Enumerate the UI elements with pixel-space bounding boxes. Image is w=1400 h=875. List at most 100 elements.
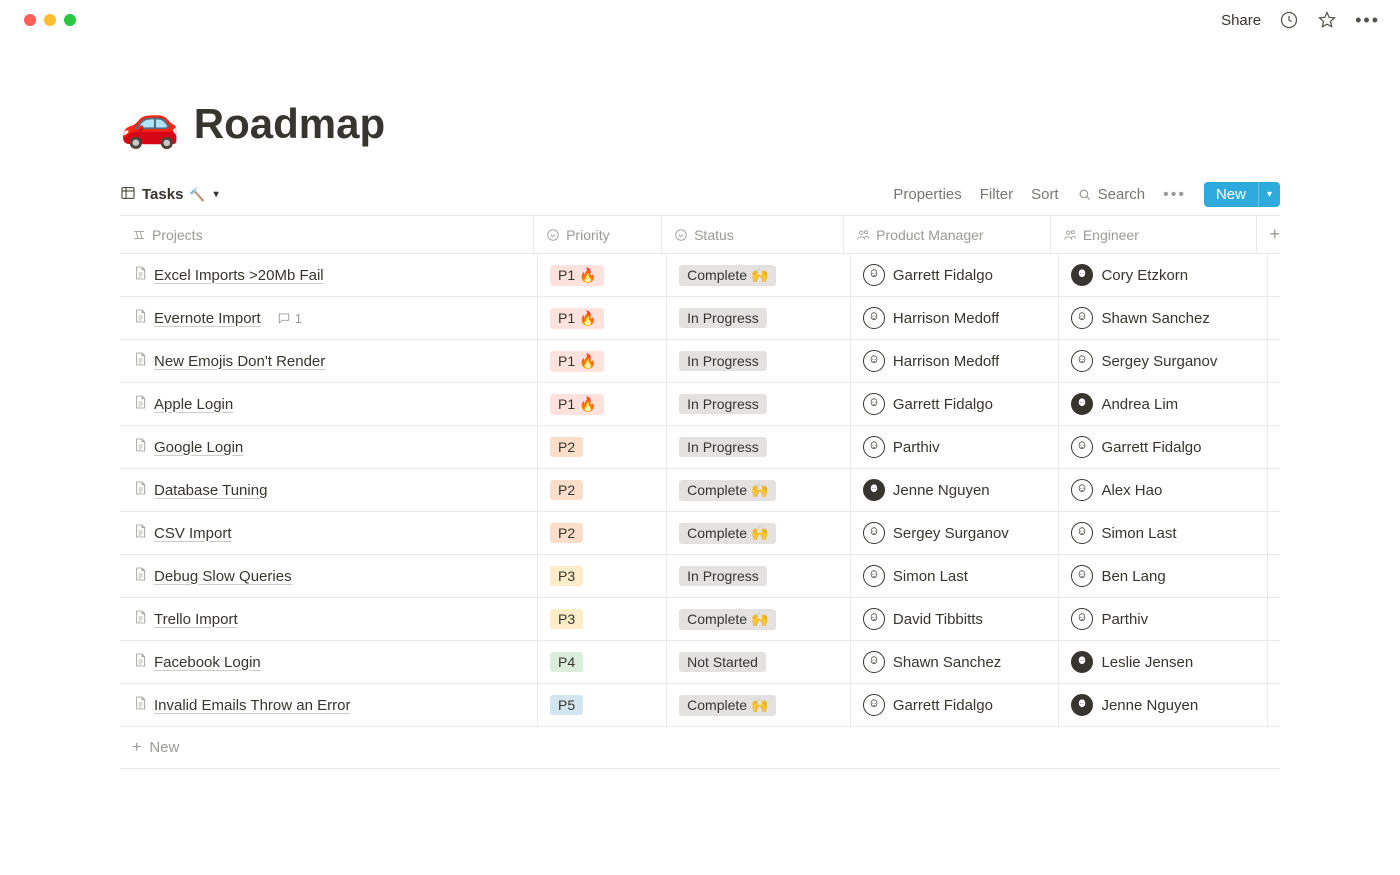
person-chip: Shawn Sanchez bbox=[863, 651, 1001, 673]
cell-engineer[interactable]: Leslie Jensen bbox=[1058, 641, 1267, 683]
page-emoji[interactable]: 🚗 bbox=[120, 100, 180, 148]
column-header-engineer[interactable]: Engineer bbox=[1050, 216, 1257, 253]
updates-icon[interactable] bbox=[1279, 10, 1299, 30]
cell-priority[interactable]: P3 bbox=[537, 555, 666, 597]
cell-status[interactable]: Complete 🙌 bbox=[666, 254, 850, 296]
cell-priority[interactable]: P1 🔥 bbox=[537, 254, 666, 296]
project-title-link[interactable]: Apple Login bbox=[154, 396, 233, 413]
table-row[interactable]: Google Login P2 In ProgressParthivGarrett … bbox=[120, 426, 1280, 469]
filter-button[interactable]: Filter bbox=[980, 186, 1013, 203]
cell-product-manager[interactable]: Sergey Surganov bbox=[850, 512, 1059, 554]
priority-tag: P2 bbox=[550, 437, 583, 457]
cell-product-manager[interactable]: Simon Last bbox=[850, 555, 1059, 597]
cell-priority[interactable]: P1 🔥 bbox=[537, 297, 666, 339]
person-chip: Sergey Surganov bbox=[863, 522, 1009, 544]
project-title-link[interactable]: CSV Import bbox=[154, 525, 232, 542]
cell-engineer[interactable]: Cory Etzkorn bbox=[1058, 254, 1267, 296]
page-icon bbox=[132, 437, 148, 457]
status-tag: In Progress bbox=[679, 566, 767, 586]
maximize-window-button[interactable] bbox=[64, 14, 76, 26]
search-button[interactable]: Search bbox=[1077, 186, 1146, 203]
cell-engineer[interactable]: Garrett Fidalgo bbox=[1058, 426, 1267, 468]
column-header-priority[interactable]: Priority bbox=[533, 216, 661, 253]
cell-engineer[interactable]: Sergey Surganov bbox=[1058, 340, 1267, 382]
cell-priority[interactable]: P3 bbox=[537, 598, 666, 640]
table-row[interactable]: Trello Import P3Complete 🙌David TibbittsP… bbox=[120, 598, 1280, 641]
cell-status[interactable]: In Progress bbox=[666, 383, 850, 425]
project-title-link[interactable]: Invalid Emails Throw an Error bbox=[154, 697, 350, 714]
cell-status[interactable]: In Progress bbox=[666, 426, 850, 468]
cell-status[interactable]: Not Started bbox=[666, 641, 850, 683]
cell-status[interactable]: Complete 🙌 bbox=[666, 598, 850, 640]
cell-product-manager[interactable]: Garrett Fidalgo bbox=[850, 684, 1059, 726]
cell-priority[interactable]: P2 bbox=[537, 426, 666, 468]
person-name: Shawn Sanchez bbox=[893, 654, 1001, 671]
cell-product-manager[interactable]: Parthiv bbox=[850, 426, 1059, 468]
cell-engineer[interactable]: Shawn Sanchez bbox=[1058, 297, 1267, 339]
cell-status[interactable]: In Progress bbox=[666, 555, 850, 597]
cell-priority[interactable]: P5 bbox=[537, 684, 666, 726]
add-column-button[interactable]: + bbox=[1256, 216, 1280, 253]
more-menu-icon[interactable]: ••• bbox=[1355, 10, 1380, 31]
cell-engineer[interactable]: Jenne Nguyen bbox=[1058, 684, 1267, 726]
cell-status[interactable]: In Progress bbox=[666, 340, 850, 382]
project-title-link[interactable]: Evernote Import bbox=[154, 310, 261, 327]
column-header-pm[interactable]: Product Manager bbox=[843, 216, 1050, 253]
cell-priority[interactable]: P2 bbox=[537, 512, 666, 554]
table-row[interactable]: Apple Login P1 🔥 In Progress Garrett Fidalg… bbox=[120, 383, 1280, 426]
cell-status[interactable]: Complete 🙌 bbox=[666, 684, 850, 726]
table-row[interactable]: Evernote Import 1 P1 🔥In ProgressHarrison … bbox=[120, 297, 1280, 340]
add-row-button[interactable]: + New bbox=[120, 727, 1280, 769]
cell-status[interactable]: In Progress bbox=[666, 297, 850, 339]
view-tab-tasks[interactable]: Tasks 🔨 ▾ bbox=[120, 185, 219, 205]
table-row[interactable]: Excel Imports >20Mb Fail P1 🔥Complete 🙌Ga… bbox=[120, 254, 1280, 297]
cell-engineer[interactable]: Andrea Lim bbox=[1058, 383, 1267, 425]
project-title-link[interactable]: Excel Imports >20Mb Fail bbox=[154, 267, 324, 284]
cell-product-manager[interactable]: Garrett Fidalgo bbox=[850, 254, 1059, 296]
column-header-projects[interactable]: Projects bbox=[120, 227, 533, 243]
table-row[interactable]: New Emojis Don't Render P1 🔥In ProgressHa… bbox=[120, 340, 1280, 383]
column-header-status[interactable]: Status bbox=[661, 216, 843, 253]
new-button-dropdown[interactable]: ▾ bbox=[1258, 182, 1280, 207]
cell-engineer[interactable]: Ben Lang bbox=[1058, 555, 1267, 597]
close-window-button[interactable] bbox=[24, 14, 36, 26]
cell-project: Database Tuning bbox=[120, 480, 537, 500]
avatar bbox=[863, 393, 885, 415]
status-tag: In Progress bbox=[679, 394, 767, 414]
toolbar-more-icon[interactable]: ••• bbox=[1163, 186, 1186, 204]
share-button[interactable]: Share bbox=[1221, 12, 1261, 29]
favorite-star-icon[interactable] bbox=[1317, 10, 1337, 30]
cell-priority[interactable]: P2 bbox=[537, 469, 666, 511]
table-row[interactable]: CSV Import P2Complete 🙌 Sergey Surganov Sim… bbox=[120, 512, 1280, 555]
project-title-link[interactable]: Debug Slow Queries bbox=[154, 568, 292, 585]
page-title-text[interactable]: Roadmap bbox=[194, 100, 385, 148]
minimize-window-button[interactable] bbox=[44, 14, 56, 26]
project-title-link[interactable]: Database Tuning bbox=[154, 482, 267, 499]
cell-product-manager[interactable]: Harrison Medoff bbox=[850, 297, 1059, 339]
cell-product-manager[interactable]: Shawn Sanchez bbox=[850, 641, 1059, 683]
cell-product-manager[interactable]: David Tibbitts bbox=[850, 598, 1059, 640]
table-row[interactable]: Facebook Login P4Not Started Shawn Sanchez… bbox=[120, 641, 1280, 684]
cell-product-manager[interactable]: Garrett Fidalgo bbox=[850, 383, 1059, 425]
cell-engineer[interactable]: Simon Last bbox=[1058, 512, 1267, 554]
cell-engineer[interactable]: Alex Hao bbox=[1058, 469, 1267, 511]
cell-engineer[interactable]: Parthiv bbox=[1058, 598, 1267, 640]
cell-product-manager[interactable]: Harrison Medoff bbox=[850, 340, 1059, 382]
table-row[interactable]: Invalid Emails Throw an Error P5Complete … bbox=[120, 684, 1280, 727]
project-title-link[interactable]: Facebook Login bbox=[154, 654, 261, 671]
table-row[interactable]: Debug Slow Queries P3 In Progress Simon Las… bbox=[120, 555, 1280, 598]
project-title-link[interactable]: New Emojis Don't Render bbox=[154, 353, 325, 370]
cell-status[interactable]: Complete 🙌 bbox=[666, 469, 850, 511]
sort-button[interactable]: Sort bbox=[1031, 186, 1059, 203]
comment-indicator[interactable]: 1 bbox=[277, 311, 302, 326]
cell-priority[interactable]: P1 🔥 bbox=[537, 383, 666, 425]
properties-button[interactable]: Properties bbox=[893, 186, 961, 203]
new-button[interactable]: New ▾ bbox=[1204, 182, 1280, 207]
cell-product-manager[interactable]: Jenne Nguyen bbox=[850, 469, 1059, 511]
project-title-link[interactable]: Google Login bbox=[154, 439, 243, 456]
cell-priority[interactable]: P4 bbox=[537, 641, 666, 683]
project-title-link[interactable]: Trello Import bbox=[154, 611, 238, 628]
table-row[interactable]: Database Tuning P2Complete 🙌Jenne NguyenA… bbox=[120, 469, 1280, 512]
cell-priority[interactable]: P1 🔥 bbox=[537, 340, 666, 382]
cell-status[interactable]: Complete 🙌 bbox=[666, 512, 850, 554]
